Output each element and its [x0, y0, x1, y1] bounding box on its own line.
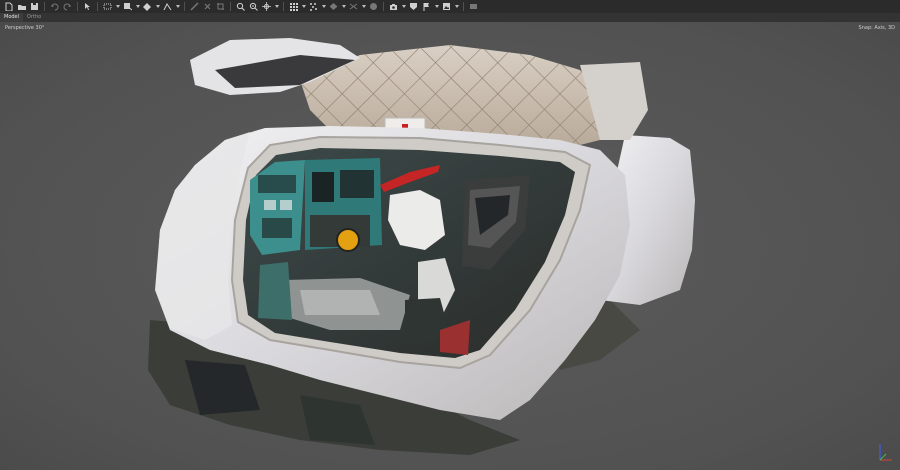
snap-label: Snap: Axis, 3D	[858, 25, 895, 31]
select-arrow-icon	[85, 3, 90, 10]
crop-button[interactable]	[215, 1, 226, 12]
toolbar-separator	[77, 2, 78, 11]
chevron-down-icon	[361, 5, 366, 8]
grid-view-button[interactable]	[288, 1, 299, 12]
chevron-down-icon	[321, 5, 326, 8]
points-icon	[310, 3, 317, 11]
chevron-down-icon	[301, 5, 306, 8]
zoom-out-icon	[249, 2, 258, 11]
dropdown-arrow-button[interactable]	[175, 1, 180, 12]
tab-model[interactable]: Model	[0, 13, 24, 22]
cockpit-3d-model	[148, 38, 695, 455]
dropdown-arrow-button[interactable]	[341, 1, 346, 12]
y-axis-line	[879, 453, 887, 461]
tiled-icon	[370, 3, 377, 10]
shape-button[interactable]	[408, 1, 419, 12]
tiled-button[interactable]	[368, 1, 379, 12]
main-toolbar	[0, 0, 900, 13]
dropdown-arrow-button[interactable]	[274, 1, 279, 12]
toolbar-separator	[97, 2, 98, 11]
shape-icon	[410, 3, 417, 10]
grid-view-icon	[290, 3, 298, 11]
marker-flag-button[interactable]	[421, 1, 432, 12]
navigate-icon	[262, 2, 271, 11]
chevron-down-icon	[115, 5, 120, 8]
ruler-button[interactable]	[189, 1, 200, 12]
move-button[interactable]	[122, 1, 133, 12]
move-icon	[124, 3, 132, 11]
delete-button[interactable]	[202, 1, 213, 12]
save-icon	[31, 3, 38, 10]
projection-label: Perspective 30°	[5, 25, 45, 31]
ruler-icon	[190, 2, 199, 11]
toolbar-separator	[283, 2, 284, 11]
chevron-down-icon	[401, 5, 406, 8]
redo-button[interactable]	[62, 1, 73, 12]
camera-button[interactable]	[388, 1, 399, 12]
navigate-button[interactable]	[261, 1, 272, 12]
zoom-in-button[interactable]	[235, 1, 246, 12]
draw-button[interactable]	[162, 1, 173, 12]
toolbar-separator	[184, 2, 185, 11]
tab-ortho[interactable]: Ortho	[23, 13, 45, 22]
dropdown-arrow-button[interactable]	[321, 1, 326, 12]
rotate-button[interactable]	[142, 1, 153, 12]
chevron-down-icon	[155, 5, 160, 8]
marker-flag-icon	[423, 3, 429, 11]
undo-icon	[51, 3, 59, 11]
draw-icon	[163, 3, 172, 11]
toolbar-separator	[44, 2, 45, 11]
zoom-out-button[interactable]	[248, 1, 259, 12]
toolbar-separator	[463, 2, 464, 11]
undo-button[interactable]	[49, 1, 60, 12]
redo-icon	[63, 3, 71, 11]
chevron-down-icon	[454, 5, 459, 8]
rect-select-icon	[103, 3, 112, 10]
chevron-down-icon	[135, 5, 140, 8]
3d-viewport[interactable]: Perspective 30° Snap: Axis, 3D	[0, 22, 900, 470]
chevron-down-icon	[434, 5, 439, 8]
toolbar-separator	[230, 2, 231, 11]
points-button[interactable]	[308, 1, 319, 12]
texture-button[interactable]	[348, 1, 359, 12]
crop-icon	[217, 3, 224, 10]
dropdown-arrow-button[interactable]	[454, 1, 459, 12]
open-folder-icon	[18, 5, 26, 10]
chevron-down-icon	[274, 5, 279, 8]
save-button[interactable]	[29, 1, 40, 12]
rotate-icon	[143, 3, 151, 11]
shaded-icon	[329, 3, 338, 10]
texture-icon	[349, 3, 358, 10]
dropdown-arrow-button[interactable]	[434, 1, 439, 12]
image-button[interactable]	[441, 1, 452, 12]
dropdown-arrow-button[interactable]	[155, 1, 160, 12]
delete-icon	[204, 3, 211, 10]
dropdown-arrow-button[interactable]	[361, 1, 366, 12]
dropdown-arrow-button[interactable]	[115, 1, 120, 12]
camera-icon	[390, 4, 397, 10]
new-file-icon	[5, 2, 13, 11]
dropdown-arrow-button[interactable]	[301, 1, 306, 12]
chevron-down-icon	[341, 5, 346, 8]
dropdown-arrow-button[interactable]	[135, 1, 140, 12]
dropdown-arrow-button[interactable]	[401, 1, 406, 12]
toolbar-separator	[383, 2, 384, 11]
extra-icon	[470, 4, 477, 9]
extra-button[interactable]	[468, 1, 479, 12]
image-icon	[443, 3, 450, 10]
chevron-down-icon	[175, 5, 180, 8]
select-arrow-button[interactable]	[82, 1, 93, 12]
zoom-in-icon	[236, 2, 245, 11]
new-file-button[interactable]	[3, 1, 14, 12]
rect-select-button[interactable]	[102, 1, 113, 12]
axis-gizmo	[879, 444, 892, 461]
shaded-button[interactable]	[328, 1, 339, 12]
open-folder-button[interactable]	[16, 1, 27, 12]
